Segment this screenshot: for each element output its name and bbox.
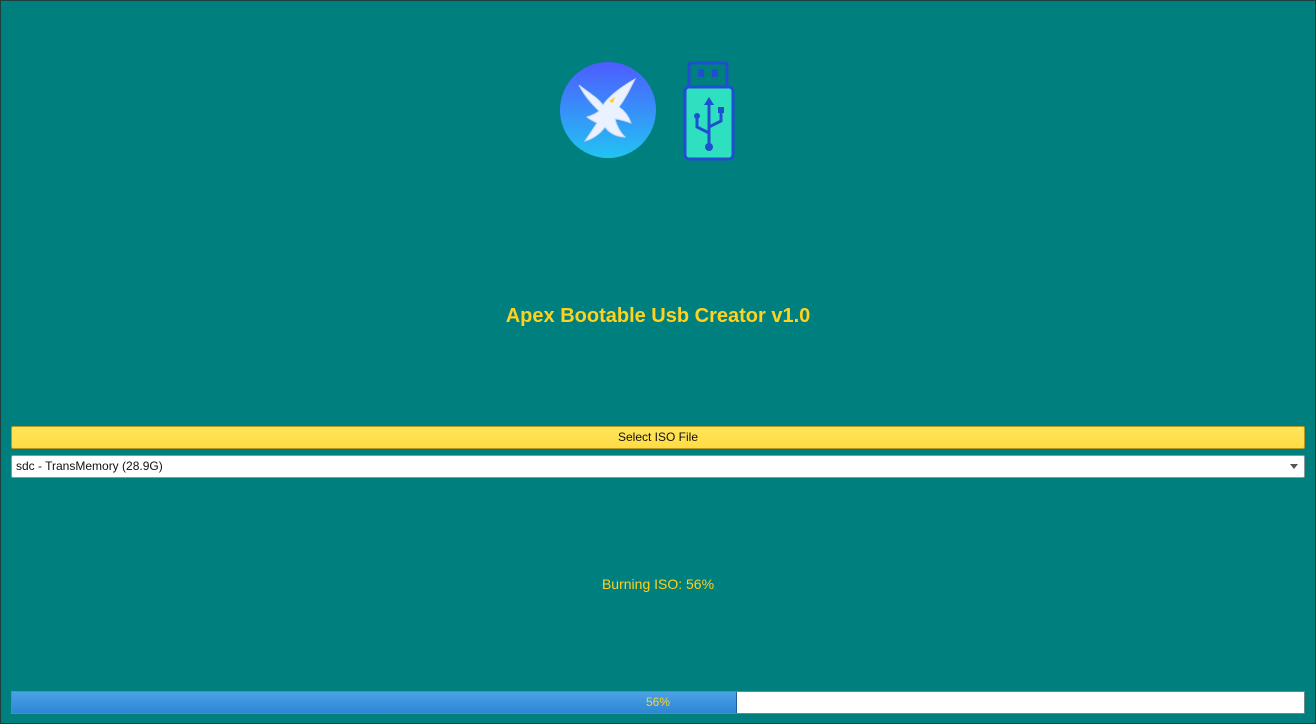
eagle-icon bbox=[560, 62, 656, 158]
main-window: Apex Bootable Usb Creator v1.0 Select IS… bbox=[0, 0, 1316, 724]
status-text: Burning ISO: 56% bbox=[601, 576, 715, 592]
device-select-value: sdc - TransMemory (28.9G) bbox=[16, 459, 163, 473]
select-iso-button[interactable]: Select ISO File bbox=[11, 426, 1305, 449]
usb-drive-icon bbox=[683, 61, 735, 161]
app-title: Apex Bootable Usb Creator v1.0 bbox=[505, 305, 811, 327]
logo-row bbox=[559, 61, 737, 161]
progress-bar: 56% bbox=[11, 691, 1305, 714]
chevron-down-icon[interactable] bbox=[1290, 464, 1298, 469]
progress-label: 56% bbox=[645, 695, 671, 709]
device-select[interactable]: sdc - TransMemory (28.9G) bbox=[11, 455, 1305, 478]
